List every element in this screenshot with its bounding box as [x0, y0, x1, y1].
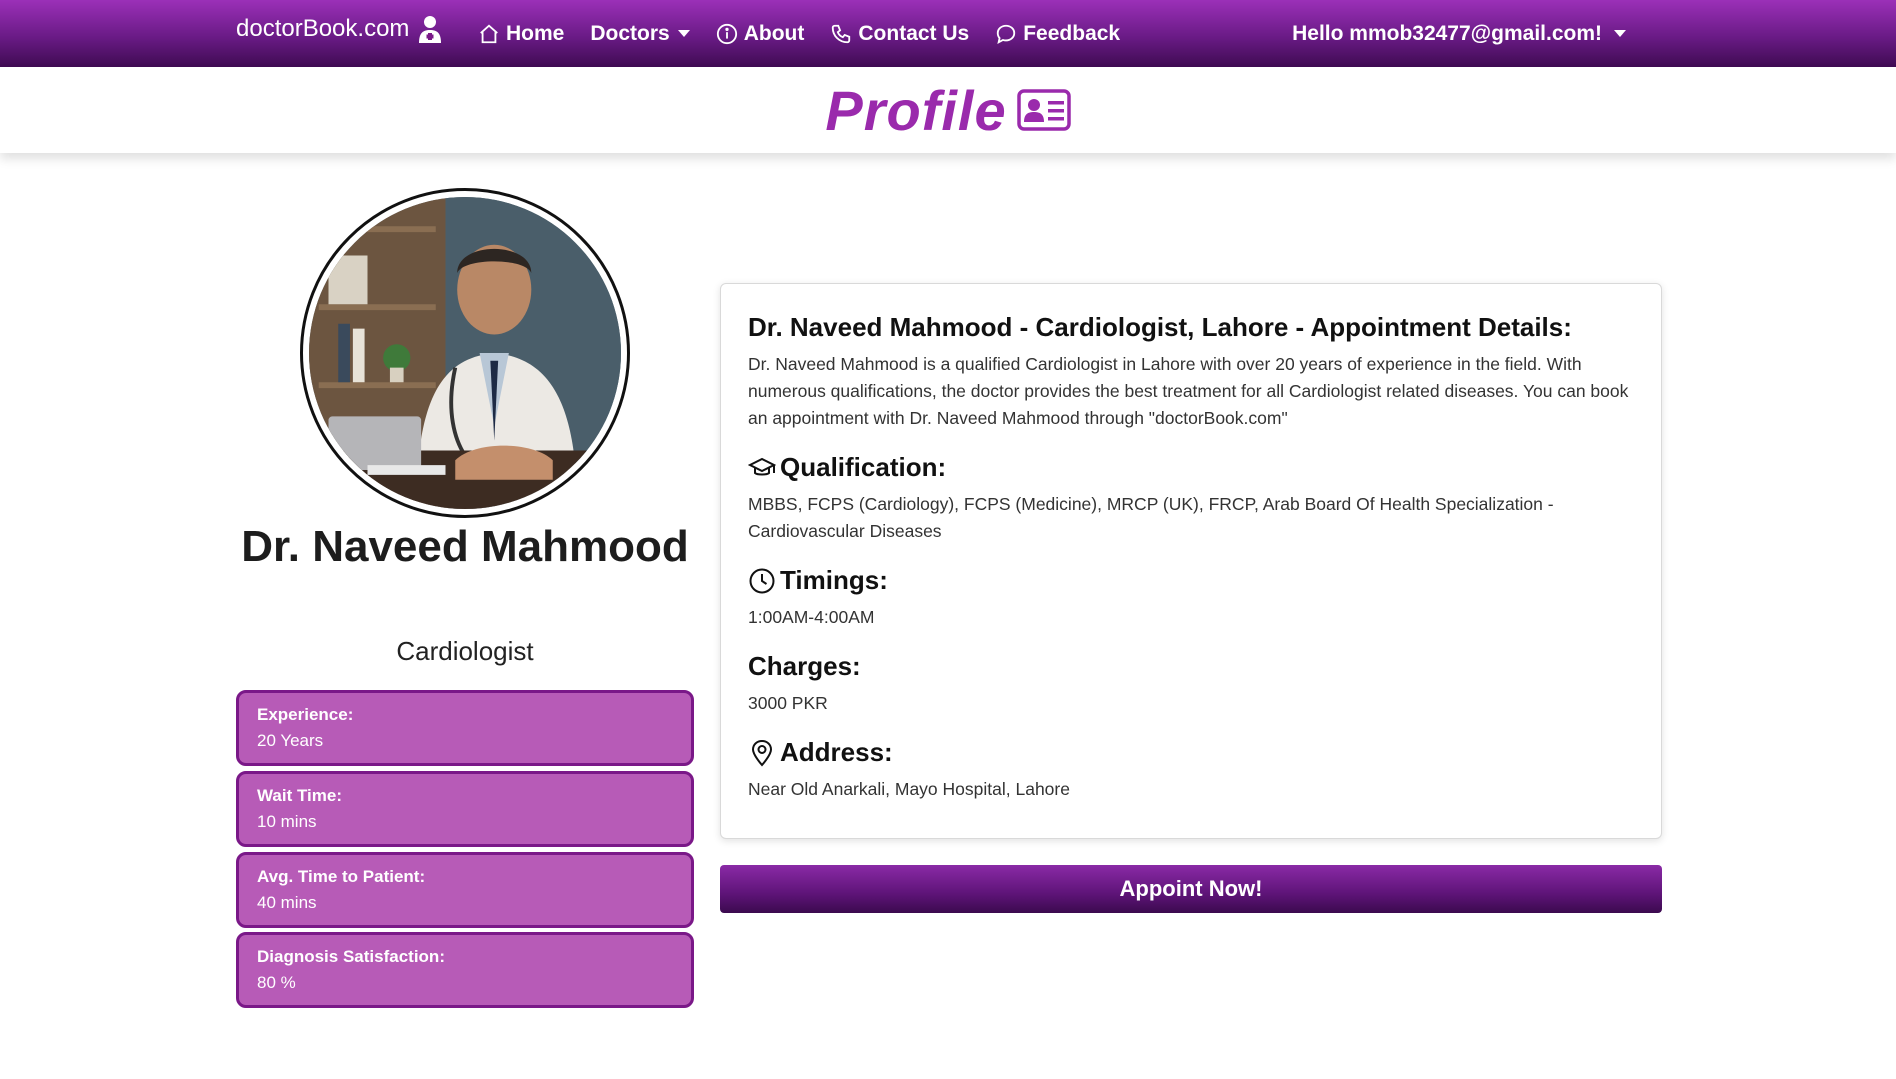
appoint-now-button[interactable]: Appoint Now! [720, 865, 1662, 913]
nav-doctors-label: Doctors [590, 21, 670, 45]
timings-text: 1:00AM-4:00AM [748, 607, 875, 627]
stat-label: Avg. Time to Patient: [257, 867, 426, 886]
details-title: Dr. Naveed Mahmood - Cardiologist, Lahor… [748, 312, 1572, 342]
doctor-photo [300, 188, 630, 518]
stat-value: 20 Years [257, 731, 324, 750]
stat-value: 80 % [257, 973, 296, 992]
page-title: Profile [825, 78, 1007, 142]
stat-label: Experience: [257, 705, 354, 724]
location-pin-icon [751, 739, 773, 766]
nav-home-label: Home [506, 21, 565, 45]
nav-contact[interactable]: Contact Us [830, 22, 969, 46]
stat-value: 10 mins [257, 812, 317, 831]
nav-contact-label: Contact Us [858, 21, 970, 45]
caret-down-icon [677, 30, 690, 37]
nav-links: Home Doctors About Contact Us Feedback [478, 0, 1120, 67]
doctor-name: Dr. Naveed Mahmood [241, 522, 689, 571]
stat-value: 40 mins [257, 893, 317, 912]
nav-doctors-dropdown[interactable]: Doctors [590, 21, 690, 46]
doctor-specialty: Cardiologist [396, 636, 534, 666]
appointment-details-card: Dr. Naveed Mahmood - Cardiologist, Lahor… [720, 283, 1662, 839]
chat-bubble-icon [997, 24, 1016, 44]
house-icon [480, 24, 498, 43]
doctor-icon [419, 16, 442, 43]
nav-about-label: About [743, 21, 805, 45]
info-circle-icon [716, 23, 737, 44]
stat-experience: Experience: 20 Years [236, 690, 694, 766]
stat-avg-time: Avg. Time to Patient: 40 mins [236, 852, 694, 928]
doctor-portrait [309, 197, 621, 509]
address-text: Near Old Anarkali, Mayo Hospital, Lahore [748, 779, 1070, 799]
qualification-label: Qualification: [780, 452, 947, 482]
timings-label: Timings: [780, 565, 888, 595]
charges-text: 3000 PKR [748, 693, 828, 713]
top-navbar: doctorBook.com Home Doctors About Contac… [0, 0, 1896, 67]
charges-heading: Charges: [748, 651, 1634, 682]
brand-link[interactable]: doctorBook.com [236, 15, 443, 43]
charges-label: Charges: [748, 651, 861, 681]
address-heading: Address: [748, 737, 1634, 768]
user-greeting: Hello mmob32477@gmail.com! [1292, 21, 1602, 45]
caret-down-icon [1614, 30, 1626, 37]
nav-home[interactable]: Home [478, 22, 564, 46]
profile-header: Profile [0, 67, 1896, 153]
phone-icon [832, 24, 851, 43]
brand-text: doctorBook.com [236, 15, 410, 42]
graduation-cap-icon [748, 457, 776, 475]
nav-about[interactable]: About [716, 21, 805, 46]
stat-satisfaction: Diagnosis Satisfaction: 80 % [236, 932, 694, 1008]
qualification-heading: Qualification: [748, 452, 1634, 483]
address-label: Address: [780, 737, 893, 767]
nav-feedback-label: Feedback [1023, 21, 1121, 45]
clock-icon [749, 568, 775, 593]
stat-label: Diagnosis Satisfaction: [257, 947, 445, 966]
stat-wait-time: Wait Time: 10 mins [236, 771, 694, 847]
details-description: Dr. Naveed Mahmood is a qualified Cardio… [748, 354, 1629, 428]
qualification-text: MBBS, FCPS (Cardiology), FCPS (Medicine)… [748, 494, 1554, 541]
timings-heading: Timings: [748, 565, 1634, 596]
id-card-icon [1016, 89, 1071, 131]
user-menu-dropdown[interactable]: Hello mmob32477@gmail.com! [1292, 0, 1626, 67]
nav-feedback[interactable]: Feedback [995, 22, 1120, 46]
stat-label: Wait Time: [257, 786, 343, 805]
